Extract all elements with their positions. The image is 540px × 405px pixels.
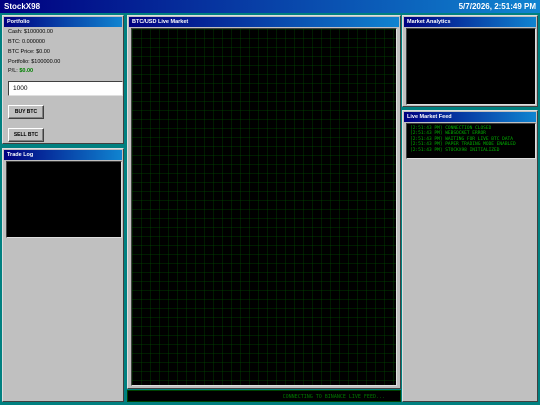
clock: 5/7/2026, 2:51:49 PM (458, 2, 536, 11)
feed-header: Live Market Feed (404, 112, 536, 122)
analytics-panel: Market Analytics (402, 15, 538, 107)
app-title-bar: StockX98 5/7/2026, 2:51:49 PM (0, 0, 540, 13)
analytics-header: Market Analytics (404, 17, 536, 27)
portfolio-title: Portfolio (7, 19, 30, 25)
sell-btc-button[interactable]: SELL BTC (8, 128, 44, 142)
pl-label: P/L: (8, 68, 18, 74)
portfolio-panel: Portfolio Cash: $100000.00 BTC: 0.000000… (2, 15, 124, 144)
feed-panel: Live Market Feed [2:51:43 PM] CONNECTION… (402, 110, 538, 402)
quantity-input[interactable]: 1000 (8, 81, 123, 96)
trade-log-header: Trade Log (4, 150, 122, 160)
trade-log-list[interactable] (6, 161, 122, 238)
feed-line: [2:51:43 PM] PAPER TRADING MODE ENABLED (410, 142, 516, 148)
trade-log-panel: Trade Log (2, 148, 124, 402)
analytics-chart (406, 28, 536, 105)
market-panel: BTC/USD Live Market (127, 15, 401, 389)
feed-title: Live Market Feed (407, 114, 452, 120)
market-header: BTC/USD Live Market (129, 17, 399, 27)
feed-log[interactable]: [2:51:43 PM] CONNECTION CLOSED [2:51:43 … (406, 123, 536, 159)
app-title: StockX98 (4, 2, 41, 11)
pl-value: $0.00 (19, 68, 34, 74)
market-title: BTC/USD Live Market (132, 19, 189, 25)
portfolio-header: Portfolio (4, 17, 122, 27)
cash-stat: Cash: $100000.00 (8, 29, 53, 35)
pl-stat: P/L: $0.00 (8, 68, 33, 74)
price-chart[interactable] (131, 28, 397, 386)
btc-stat: BTC: 0.000000 (8, 39, 45, 45)
portfolio-stat: Portfolio: $100000.00 (8, 59, 61, 65)
trade-log-title: Trade Log (7, 152, 34, 158)
analytics-title: Market Analytics (407, 19, 451, 25)
btc-price-stat: BTC Price: $0.00 (8, 49, 50, 55)
connection-status: CONNECTING TO BINANCE LIVE FEED... (127, 390, 401, 402)
feed-line: [2:51:43 PM] STOCKX98 INITIALIZED (410, 147, 500, 153)
buy-btc-button[interactable]: BUY BTC (8, 105, 44, 119)
